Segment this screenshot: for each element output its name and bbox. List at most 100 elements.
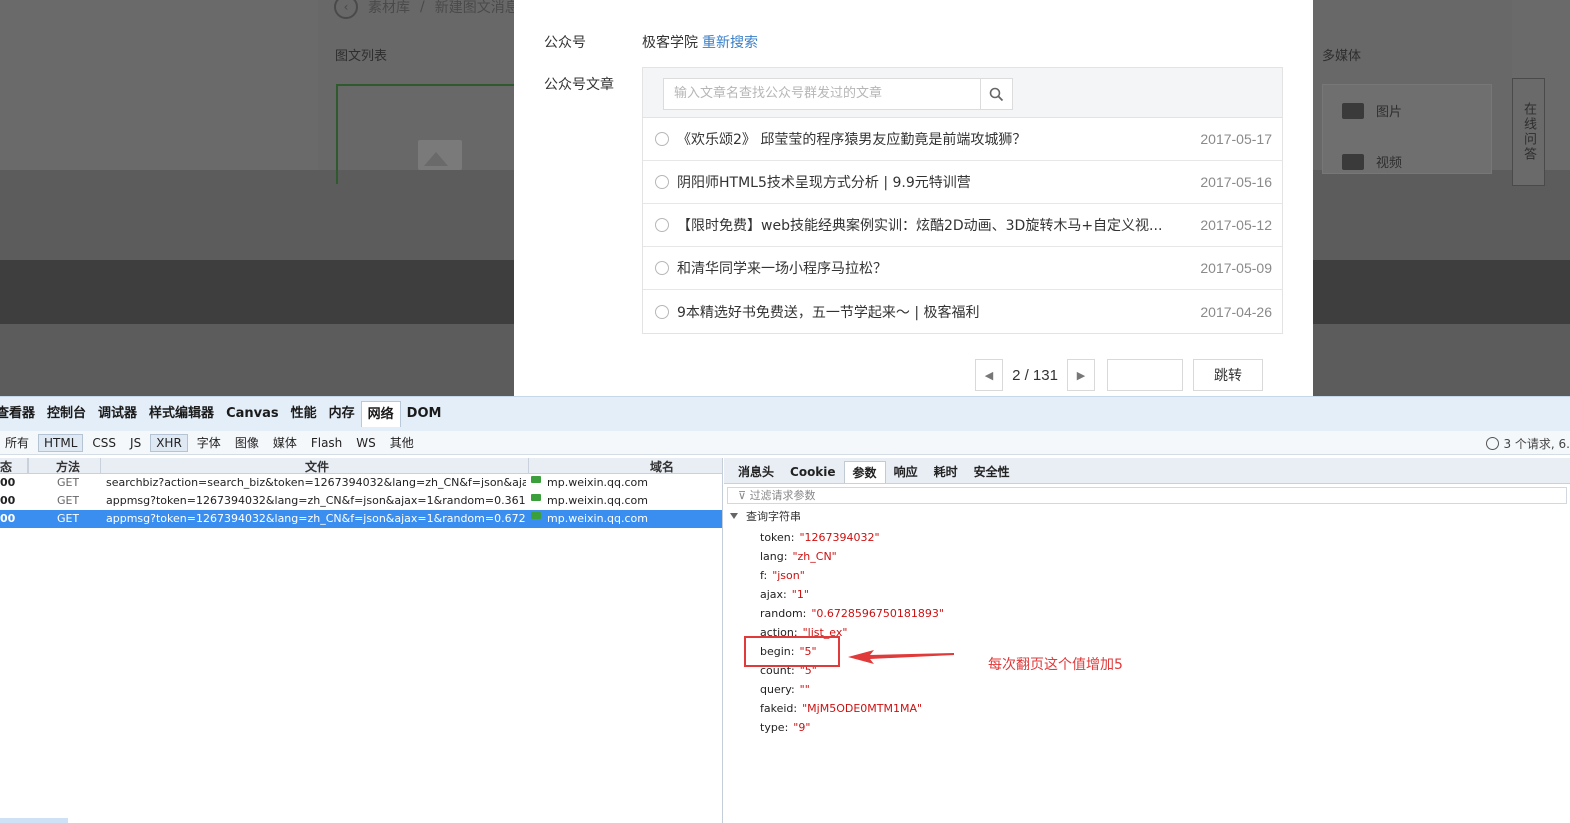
media-item-video[interactable]: 视频 [1342,152,1402,171]
param-row[interactable]: random: "0.6728596750181893" [724,604,1570,623]
tab-timings[interactable]: 耗时 [926,461,966,483]
filter-ws[interactable]: WS [351,435,380,451]
tab-security[interactable]: 安全性 [966,461,1018,483]
jump-button[interactable]: 跳转 [1193,359,1263,391]
lock-icon [531,494,541,506]
request-count-text: 3 个请求, 6. [1503,437,1570,451]
tab-style-editor[interactable]: 样式编辑器 [143,401,220,427]
param-value: "1267394032" [799,531,880,544]
request-file: appmsg?token=1267394032&lang=zh_CN&f=jso… [106,512,526,525]
video-icon [1342,153,1364,170]
filter-fonts[interactable]: 字体 [192,433,226,452]
column-status[interactable]: 态 [0,458,28,474]
next-page-button[interactable]: ▶ [1067,359,1095,391]
article-date: 2017-05-17 [1200,131,1272,147]
article-date: 2017-05-12 [1200,217,1272,233]
column-method[interactable]: 方法 [56,458,80,475]
param-value: "0.6728596750181893" [811,607,944,620]
article-row[interactable]: 【限时免费】web技能经典案例实训：炫酷2D动画、3D旋转木马+自定义视... … [643,204,1282,247]
request-row[interactable]: 00 GET appmsg?token=1267394032&lang=zh_C… [0,492,722,510]
filter-html[interactable]: HTML [38,433,84,452]
tab-params[interactable]: 参数 [843,461,886,483]
request-row[interactable]: 00 GET searchbiz?action=search_biz&token… [0,474,722,492]
tab-response[interactable]: 响应 [886,461,926,483]
tab-console[interactable]: 控制台 [41,401,92,427]
request-method: GET [57,512,80,525]
request-row-selected[interactable]: 00 GET appmsg?token=1267394032&lang=zh_C… [0,510,722,528]
tab-memory[interactable]: 内存 [323,401,361,427]
article-row[interactable]: 和清华同学来一场小程序马拉松？ 2017-05-09 [643,247,1282,290]
search-button[interactable] [980,78,1013,110]
param-key: ajax: [760,588,787,601]
query-string-header[interactable]: 查询字符串 [724,508,1570,524]
tab-canvas[interactable]: Canvas [220,401,285,427]
article-search-input[interactable]: 输入文章名查找公众号群发过的文章 [663,78,981,110]
param-filter-placeholder: 过滤请求参数 [749,489,816,502]
request-status: 00 [0,476,16,489]
param-value: "MjM5ODE0MTM1MA" [802,702,923,715]
article-radio[interactable] [655,218,669,232]
request-table-header: 态 方法 文件 域名 [0,458,722,474]
filter-css[interactable]: CSS [87,435,121,451]
request-detail-pane: 消息头 Cookie 参数 响应 耗时 安全性 ⊽ 过滤请求参数 查询字符串 t… [724,458,1570,823]
tab-performance[interactable]: 性能 [285,401,323,427]
filter-xhr[interactable]: XHR [150,433,188,452]
article-row[interactable]: 9本精选好书免费送，五一节学起来～ | 极客福利 2017-04-26 [643,290,1282,333]
online-qa-tab[interactable]: 在线问答 [1512,78,1545,186]
filter-other[interactable]: 其他 [385,433,419,452]
tab-cookies[interactable]: Cookie [782,461,844,483]
status-strip [0,818,68,823]
param-row[interactable]: action: "list_ex" [724,623,1570,642]
param-row[interactable]: f: "json" [724,566,1570,585]
param-row[interactable]: query: "" [724,680,1570,699]
tab-headers[interactable]: 消息头 [730,461,782,483]
media-item-image[interactable]: 图片 [1342,101,1402,120]
prev-page-button[interactable]: ◀ [975,359,1003,391]
back-icon[interactable]: ‹ [334,0,358,19]
filter-all[interactable]: 所有 [0,433,34,452]
network-filter-bar: 所有 HTML CSS JS XHR 字体 图像 媒体 Flash WS 其他 … [0,431,1570,455]
article-title: 和清华同学来一场小程序马拉松？ [677,261,887,277]
research-link[interactable]: 重新搜索 [702,32,758,52]
param-row[interactable]: token: "1267394032" [724,528,1570,547]
article-row[interactable]: 阴阳师HTML5技术呈现方式分析 | 9.9元特训营 2017-05-16 [643,161,1282,204]
filter-images[interactable]: 图像 [230,433,264,452]
article-title: 阴阳师HTML5技术呈现方式分析 | 9.9元特训营 [677,175,971,191]
param-row[interactable]: fakeid: "MjM5ODE0MTM1MA" [724,699,1570,718]
tab-network[interactable]: 网络 [360,401,401,427]
filter-media[interactable]: 媒体 [268,433,302,452]
article-radio[interactable] [655,132,669,146]
account-label: 公众号 [544,35,586,51]
timer-icon [1486,437,1500,450]
param-row[interactable]: type: "9" [724,718,1570,737]
param-key: fakeid: [760,702,798,715]
article-radio[interactable] [655,304,669,319]
column-file[interactable]: 文件 [305,458,329,475]
filter-icon: ⊽ [738,489,750,502]
tab-dom[interactable]: DOM [401,401,448,427]
param-key: random: [760,607,807,620]
param-filter-input[interactable]: ⊽ 过滤请求参数 [727,487,1567,504]
param-key: token: [760,531,795,544]
param-row[interactable]: lang: "zh_CN" [724,547,1570,566]
search-icon [989,87,1004,101]
account-name: 极客学院 [642,35,698,51]
media-item-label: 图片 [1376,105,1403,120]
filter-js[interactable]: JS [125,435,146,451]
param-value: "json" [772,569,805,582]
tab-debugger[interactable]: 调试器 [92,401,143,427]
article-radio[interactable] [655,175,669,189]
image-placeholder-icon [418,140,462,170]
breadcrumb-library[interactable]: 素材库 [368,0,410,17]
request-status: 00 [0,512,16,525]
pagination: ◀ 2 / 131 ▶ 跳转 [975,358,1263,392]
filter-flash[interactable]: Flash [306,435,347,451]
param-row[interactable]: ajax: "1" [724,585,1570,604]
column-domain[interactable]: 域名 [650,458,674,475]
request-domain: mp.weixin.qq.com [547,512,649,525]
tab-inspector[interactable]: 查看器 [0,401,41,427]
article-row[interactable]: 《欢乐颂2》 邱莹莹的程序猿男友应勤竟是前端攻城狮？ 2017-05-17 [643,118,1282,161]
article-radio[interactable] [655,261,669,275]
page-number-input[interactable] [1107,359,1183,391]
expand-arrow-icon [730,513,738,519]
